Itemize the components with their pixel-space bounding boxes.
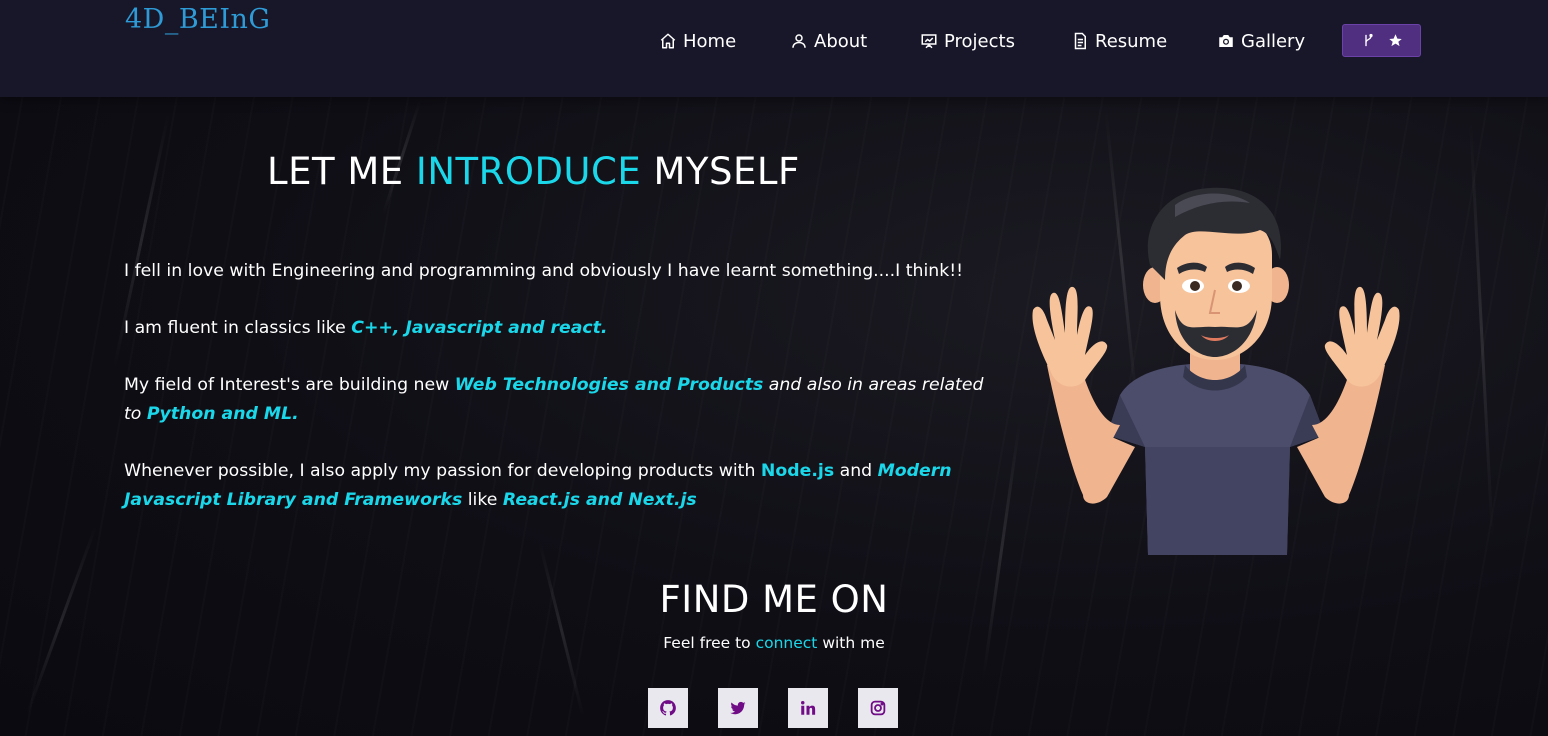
intro-paragraph-4: Whenever possible, I also apply my passi…: [124, 457, 984, 515]
intro-text: I fell in love with Engineering and prog…: [124, 257, 984, 543]
intro-paragraph-3: My field of Interest's are building new …: [124, 371, 984, 429]
nav-projects[interactable]: Projects: [920, 28, 1015, 54]
intro-p4-text: Whenever possible, I also apply my passi…: [124, 461, 761, 481]
intro-p4-highlight-3: React.js and Next.js: [502, 490, 697, 510]
nav-home[interactable]: Home: [659, 28, 736, 54]
find-sub-pre: Feel free to: [663, 634, 756, 652]
twitter-icon: [730, 701, 746, 715]
intro-p2-highlight: C++, Javascript and react.: [351, 318, 608, 338]
resume-icon: [1074, 32, 1086, 50]
github-icon: [660, 700, 676, 716]
nav-home-label: Home: [683, 30, 737, 52]
git-fork-icon: [1364, 33, 1373, 47]
nav-about[interactable]: About: [790, 28, 867, 54]
brand-logo[interactable]: 4D_BEInG: [125, 4, 271, 35]
projects-icon: [921, 34, 937, 49]
user-icon: [792, 34, 806, 48]
intro-heading-post: MYSELF: [641, 150, 800, 193]
nav-gallery-label: Gallery: [1241, 30, 1306, 52]
page: 4D_BEInG Home About Projects Resume Gall…: [0, 0, 1548, 736]
intro-p4-mid: and: [834, 461, 878, 481]
star-icon: [1388, 34, 1402, 47]
find-me-subtitle: Feel free to connect with me: [0, 634, 1548, 652]
intro-heading-accent: INTRODUCE: [415, 150, 642, 193]
background-streak: [538, 542, 585, 718]
linkedin-icon: [801, 701, 816, 715]
intro-heading: LET ME INTRODUCE MYSELF: [267, 150, 800, 193]
background-streak: [1469, 120, 1494, 540]
intro-paragraph-1: I fell in love with Engineering and prog…: [124, 261, 964, 281]
avatar-illustration: [1032, 187, 1400, 555]
navbar: 4D_BEInG Home About Projects Resume Gall…: [0, 0, 1548, 97]
nav-gallery[interactable]: Gallery: [1217, 28, 1305, 54]
home-icon: [660, 33, 676, 49]
find-me-heading: FIND ME ON: [659, 578, 889, 621]
intro-paragraph-2: I am fluent in classics like C++, Javasc…: [124, 314, 984, 343]
github-link[interactable]: [648, 688, 688, 728]
intro-p4-mid-2: like: [462, 490, 503, 510]
nav-projects-label: Projects: [944, 30, 1015, 52]
intro-p3-text: My field of Interest's are building new: [124, 375, 455, 395]
nav-about-label: About: [814, 30, 868, 52]
instagram-link[interactable]: [858, 688, 898, 728]
find-sub-post: with me: [817, 634, 885, 652]
instagram-icon: [870, 700, 886, 716]
intro-p3-highlight-1: Web Technologies and Products: [454, 375, 764, 395]
linkedin-link[interactable]: [788, 688, 828, 728]
intro-heading-pre: LET ME: [267, 150, 416, 193]
nav-resume[interactable]: Resume: [1071, 28, 1167, 54]
nav-resume-label: Resume: [1095, 30, 1168, 52]
intro-p2-text: I am fluent in classics like: [124, 318, 352, 338]
intro-p3-highlight-2: Python and ML.: [146, 404, 299, 424]
intro-p4-highlight-1: Node.js: [760, 461, 835, 481]
twitter-link[interactable]: [718, 688, 758, 728]
github-fork-button[interactable]: [1342, 24, 1421, 57]
camera-icon: [1219, 35, 1233, 47]
find-sub-accent: connect: [755, 634, 818, 652]
